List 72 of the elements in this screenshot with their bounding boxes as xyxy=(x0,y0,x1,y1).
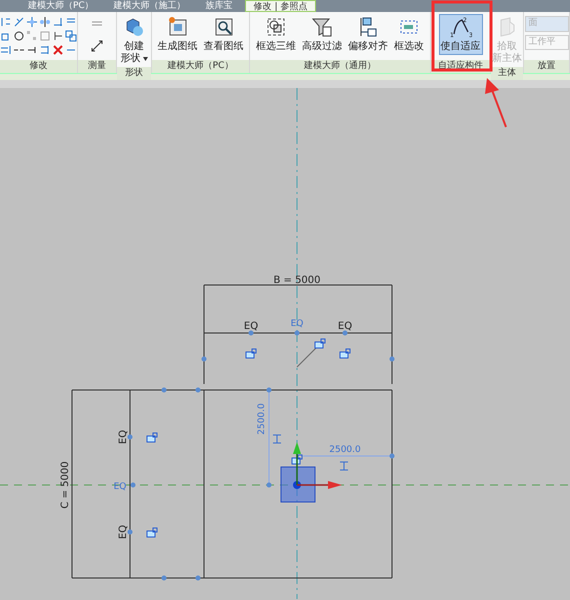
axis-arrow[interactable] xyxy=(293,442,301,485)
lock-icon[interactable] xyxy=(340,348,350,358)
reference-point[interactable] xyxy=(280,466,316,502)
dimension-label[interactable]: EQ xyxy=(114,482,126,492)
panel-title: 建模大师（通用） xyxy=(250,60,430,73)
panel-title: 主体 xyxy=(491,67,523,80)
dimension-label: B = 5000 xyxy=(273,275,321,286)
equality-icon[interactable] xyxy=(340,462,348,470)
panel-title: 形状 xyxy=(117,67,151,80)
dimension-label: EQ xyxy=(118,524,129,540)
copy-icon[interactable] xyxy=(65,30,77,42)
panel-title: 修改 xyxy=(0,60,77,73)
view-icon xyxy=(212,16,234,38)
dimension-label: C = 5000 xyxy=(60,461,71,509)
trim-icon[interactable] xyxy=(52,16,64,28)
panel-title: 建模大师（PC） xyxy=(152,60,249,73)
grip-dot[interactable] xyxy=(294,330,300,336)
ribbon-button[interactable]: 偏移对齐 xyxy=(346,14,390,55)
lock-icon[interactable] xyxy=(314,338,326,348)
grip-dot[interactable] xyxy=(196,576,200,580)
ribbon-tab[interactable]: 建模大师（PC） xyxy=(20,0,102,12)
lock-icon[interactable] xyxy=(246,348,256,358)
filter-icon xyxy=(311,16,333,38)
panel-title: 放置 xyxy=(524,60,569,73)
lock-icon[interactable] xyxy=(146,432,158,442)
trim-extend-icon[interactable] xyxy=(39,44,51,56)
ribbon-button[interactable]: 高级过滤 xyxy=(300,14,344,55)
ribbon-button[interactable]: 查看图纸 xyxy=(202,14,246,55)
grip-dot[interactable] xyxy=(342,330,348,336)
extend-icon[interactable] xyxy=(0,44,12,56)
dimension-label[interactable]: 2500.0 xyxy=(329,445,361,455)
dimension-label[interactable]: EQ xyxy=(290,319,304,329)
grip-dot[interactable] xyxy=(162,576,166,580)
dimension-label[interactable]: 2500.0 xyxy=(257,403,267,435)
dimension-label: EQ xyxy=(338,321,352,332)
axis-arrow[interactable] xyxy=(297,481,342,489)
panel-title: 测量 xyxy=(78,60,116,73)
align-icon[interactable] xyxy=(0,16,12,28)
ribbon-button[interactable]: 生成图纸 xyxy=(156,14,200,55)
mirror-icon[interactable] xyxy=(39,16,51,28)
grip-dot[interactable] xyxy=(248,330,254,336)
ribbon-button[interactable]: 框选改 xyxy=(392,14,426,55)
grip-dot[interactable] xyxy=(162,388,166,392)
grip-dot[interactable] xyxy=(130,482,136,488)
lock-icon[interactable] xyxy=(146,528,158,538)
measure-icon[interactable] xyxy=(91,40,103,52)
sheet-icon xyxy=(166,16,188,38)
grip-dot[interactable] xyxy=(266,482,272,488)
grip-dot[interactable] xyxy=(196,388,200,392)
lock-icon[interactable] xyxy=(292,454,302,464)
pointer-arrow xyxy=(485,78,507,128)
ribbon-tab[interactable]: 建模大师（施工） xyxy=(106,0,194,12)
highlight-frame xyxy=(432,0,492,72)
point-origin[interactable] xyxy=(293,481,301,489)
grip-dot[interactable] xyxy=(390,454,394,458)
dimension-label: EQ xyxy=(118,430,129,444)
grip-dot[interactable] xyxy=(390,356,394,362)
rotate-icon[interactable] xyxy=(13,30,25,42)
delete-icon[interactable] xyxy=(52,44,64,56)
grip-dot[interactable] xyxy=(128,434,132,440)
dimension-label: EQ xyxy=(244,321,258,332)
ribbon-button[interactable]: 框选三维 xyxy=(254,14,298,55)
ribbon-button[interactable]: 创建 形状 xyxy=(118,14,150,67)
equality-icon[interactable] xyxy=(272,434,282,444)
ribbon-tab[interactable]: 族库宝 xyxy=(198,0,241,12)
ribbon-tab[interactable]: 修改 | 参照点 xyxy=(244,0,316,12)
grip-dot[interactable] xyxy=(128,530,132,534)
grip-dot[interactable] xyxy=(202,356,206,362)
move-icon[interactable] xyxy=(26,16,38,28)
split-icon[interactable] xyxy=(13,16,25,28)
grip-dot[interactable] xyxy=(266,388,272,392)
box3d-icon xyxy=(265,16,287,38)
